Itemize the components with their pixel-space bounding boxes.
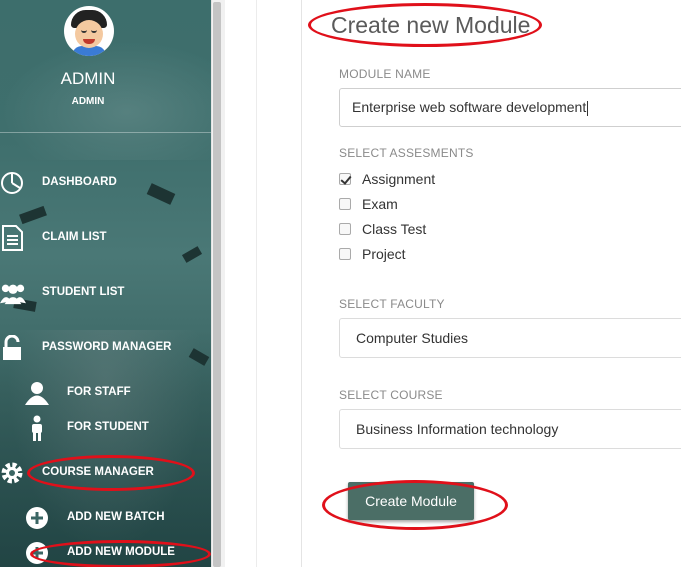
sidebar-item-for-student[interactable]: FOR STUDENT	[0, 413, 211, 443]
project-checkbox[interactable]	[339, 248, 351, 260]
assignment-label: Assignment	[362, 171, 436, 187]
assessments-label: SELECT ASSESMENTS	[339, 146, 474, 160]
project-label: Project	[362, 246, 406, 262]
sidebar-divider	[0, 132, 211, 133]
unlock-icon	[3, 335, 21, 360]
course-label: SELECT COURSE	[339, 388, 443, 402]
faculty-label: SELECT FACULTY	[339, 297, 445, 311]
user-role: ADMIN	[71, 96, 105, 107]
sidebar-item-label: ADD NEW MODULE	[67, 546, 175, 558]
module-name-label: MODULE NAME	[339, 67, 431, 81]
sidebar-scrollbar-thumb[interactable]	[213, 2, 221, 567]
course-select[interactable]: Business Information technology	[339, 409, 681, 449]
module-name-field[interactable]: Enterprise web software development	[339, 88, 681, 127]
exam-label: Exam	[362, 196, 398, 212]
document-icon	[2, 225, 23, 251]
assignment-checkbox[interactable]	[339, 173, 351, 185]
sidebar-item-add-new-batch[interactable]: ADD NEW BATCH	[0, 503, 211, 533]
users-icon	[0, 284, 26, 305]
sidebar-item-claim-list[interactable]: CLAIM LIST	[0, 223, 211, 253]
sidebar-item-add-new-module[interactable]: ADD NEW MODULE	[0, 538, 211, 567]
page-title: Create new Module	[331, 12, 531, 38]
sidebar-item-course-manager[interactable]: COURSE MANAGER	[0, 458, 211, 488]
text-caret	[587, 100, 589, 116]
sidebar-item-label: FOR STUDENT	[67, 421, 149, 433]
user-icon	[25, 382, 49, 405]
graduation-cap-decoration	[19, 205, 47, 225]
course-selected-value: Business Information technology	[356, 421, 559, 437]
dashboard-icon	[1, 172, 23, 194]
sidebar-item-for-staff[interactable]: FOR STAFF	[0, 378, 211, 408]
person-icon	[32, 415, 42, 441]
plus-circle-icon	[26, 507, 48, 529]
class-test-label: Class Test	[362, 221, 427, 237]
sidebar-item-password-manager[interactable]: PASSWORD MANAGER	[0, 333, 211, 363]
plus-circle-icon	[26, 542, 48, 564]
exam-checkbox[interactable]	[339, 198, 351, 210]
avatar[interactable]	[64, 6, 114, 56]
module-name-value: Enterprise web software development	[352, 99, 587, 115]
sidebar-item-label: ADD NEW BATCH	[67, 511, 165, 523]
sidebar-item-label: FOR STAFF	[67, 386, 131, 398]
sidebar-item-label: CLAIM LIST	[42, 231, 107, 243]
content-divider	[256, 0, 257, 567]
sidebar-item-student-list[interactable]: STUDENT LIST	[0, 278, 211, 308]
create-module-button[interactable]: Create Module	[348, 482, 474, 520]
faculty-select[interactable]: Computer Studies	[339, 318, 681, 358]
sidebar-item-label: COURSE MANAGER	[42, 466, 154, 478]
sidebar: ADMIN ADMIN DASHBOARD CLAIM LIST STUDENT…	[0, 0, 211, 567]
gear-icon	[1, 462, 23, 484]
faculty-selected-value: Computer Studies	[356, 330, 469, 346]
class-test-checkbox[interactable]	[339, 223, 351, 235]
sidebar-item-dashboard[interactable]: DASHBOARD	[0, 168, 211, 198]
user-name: ADMIN	[60, 69, 116, 88]
sidebar-item-label: STUDENT LIST	[42, 286, 125, 298]
sidebar-item-label: PASSWORD MANAGER	[42, 341, 172, 353]
sidebar-item-label: DASHBOARD	[42, 176, 117, 188]
